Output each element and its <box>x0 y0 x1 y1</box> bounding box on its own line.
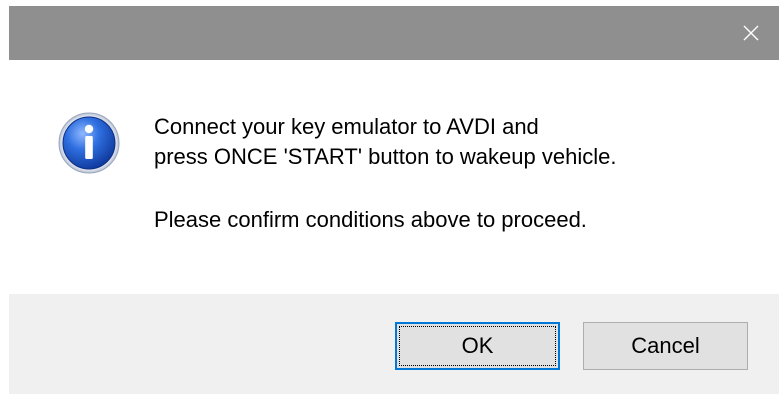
info-icon <box>58 112 120 174</box>
close-icon <box>743 25 759 41</box>
message-dialog: Connect your key emulator to AVDI and pr… <box>9 0 779 394</box>
message-line-1: Connect your key emulator to AVDI and <box>154 114 539 139</box>
close-button[interactable] <box>723 6 779 60</box>
ok-button[interactable]: OK <box>395 322 560 370</box>
cancel-button[interactable]: Cancel <box>583 322 748 370</box>
button-bar: OK Cancel <box>9 294 779 394</box>
message-text: Connect your key emulator to AVDI and pr… <box>154 112 616 172</box>
cancel-button-label: Cancel <box>631 333 700 358</box>
message-line-2: press ONCE 'START' button to wakeup vehi… <box>154 144 617 169</box>
ok-button-label: OK <box>461 333 494 358</box>
dialog-body: Connect your key emulator to AVDI and pr… <box>9 60 779 294</box>
confirm-text: Please confirm conditions above to proce… <box>154 207 587 232</box>
title-bar[interactable] <box>9 0 779 60</box>
